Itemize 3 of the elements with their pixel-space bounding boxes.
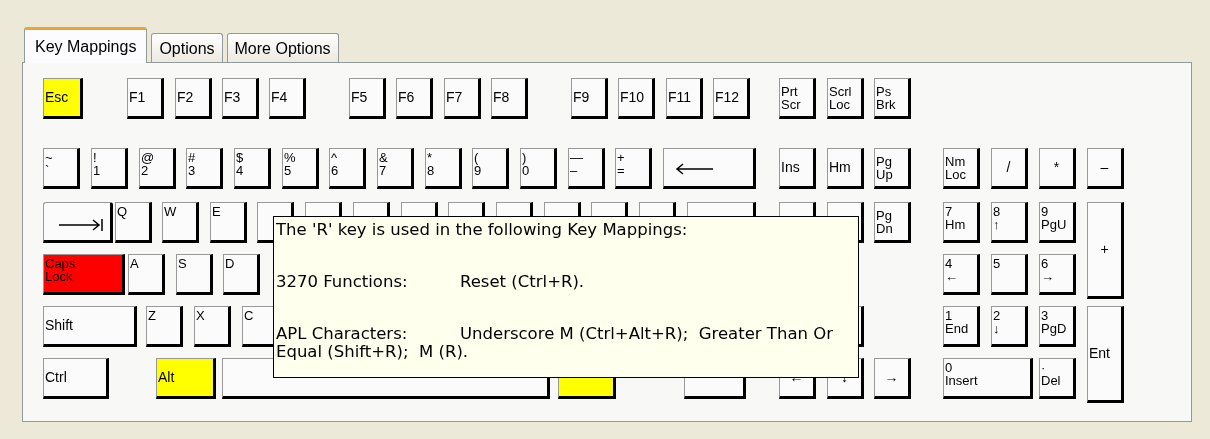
mapping-text: APL Characters: Underscore M (Ctrl+Alt+R); Greater Than Or Equal (Shift+R); M (R). bbox=[276, 325, 834, 361]
tooltip-heading: The 'R' key is used in the following Key Mappings: bbox=[276, 221, 689, 239]
mapping-text: 3270 Functions: Reset (Ctrl+R). bbox=[276, 273, 586, 291]
